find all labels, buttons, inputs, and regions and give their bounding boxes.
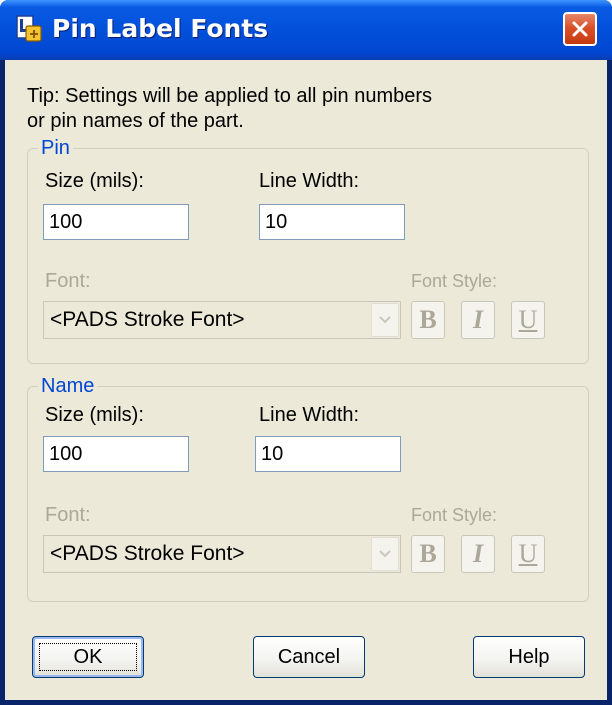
ok-button-label: OK [73, 646, 103, 668]
italic-icon: I [472, 539, 484, 568]
pin-underline-button[interactable]: U [511, 301, 545, 339]
pin-font-value: <PADS Stroke Font> [50, 308, 245, 331]
pin-line-width-label: Line Width: [259, 170, 360, 192]
chevron-down-icon [379, 550, 391, 558]
close-button[interactable] [563, 12, 597, 46]
name-line-width-input[interactable]: 10 [255, 436, 401, 472]
bold-icon: B [419, 539, 437, 568]
name-size-label: Size (mils): [45, 404, 144, 426]
name-font-value: <PADS Stroke Font> [50, 542, 245, 565]
pin-line-width-input[interactable]: 10 [259, 204, 405, 240]
underline-icon: U [518, 305, 538, 334]
cancel-button[interactable]: Cancel [253, 636, 365, 678]
close-icon [572, 21, 588, 37]
cancel-button-label: Cancel [277, 646, 341, 668]
name-font-dropdown-button[interactable] [371, 537, 399, 571]
italic-icon: I [472, 305, 484, 334]
pin-font-select[interactable]: <PADS Stroke Font> [43, 301, 401, 339]
bold-icon: B [419, 305, 437, 334]
title-bar[interactable]: Pin Label Fonts [0, 0, 612, 60]
underline-icon: U [518, 539, 538, 568]
name-font-label: Font: [45, 504, 91, 526]
name-line-width-label: Line Width: [259, 404, 360, 426]
pin-group: Pin Size (mils): 100 Line Width: 10 Font… [27, 136, 589, 364]
pin-label-app-icon [14, 14, 44, 44]
pin-font-dropdown-button[interactable] [371, 303, 399, 337]
pin-size-input[interactable]: 100 [43, 204, 189, 240]
pin-size-label: Size (mils): [45, 170, 144, 192]
pin-group-legend: Pin [38, 136, 73, 160]
window-title: Pin Label Fonts [52, 14, 269, 43]
name-underline-button[interactable]: U [511, 535, 545, 573]
tip-line-2: or pin names of the part. [27, 110, 244, 132]
pin-bold-button[interactable]: B [411, 301, 445, 339]
pin-label-fonts-dialog: Pin Label Fonts Tip: Settings will be ap… [0, 0, 612, 705]
pin-font-style-label: Font Style: [411, 271, 498, 291]
dialog-body: Tip: Settings will be applied to all pin… [5, 60, 607, 700]
tip-line-1: Tip: Settings will be applied to all pin… [27, 85, 433, 107]
name-font-select[interactable]: <PADS Stroke Font> [43, 535, 401, 573]
name-size-input[interactable]: 100 [43, 436, 189, 472]
name-group-legend: Name [38, 374, 98, 398]
name-italic-button[interactable]: I [461, 535, 495, 573]
name-font-style-label: Font Style: [411, 505, 498, 525]
pin-italic-button[interactable]: I [461, 301, 495, 339]
name-group: Name Size (mils): 100 Line Width: 10 Fon… [27, 374, 589, 602]
name-bold-button[interactable]: B [411, 535, 445, 573]
help-button-label: Help [508, 646, 550, 668]
tip-text: Tip: Settings will be applied to all pin… [27, 84, 432, 134]
chevron-down-icon [379, 316, 391, 324]
help-button[interactable]: Help [473, 636, 585, 678]
ok-button[interactable]: OK [32, 636, 144, 678]
pin-font-label: Font: [45, 270, 91, 292]
